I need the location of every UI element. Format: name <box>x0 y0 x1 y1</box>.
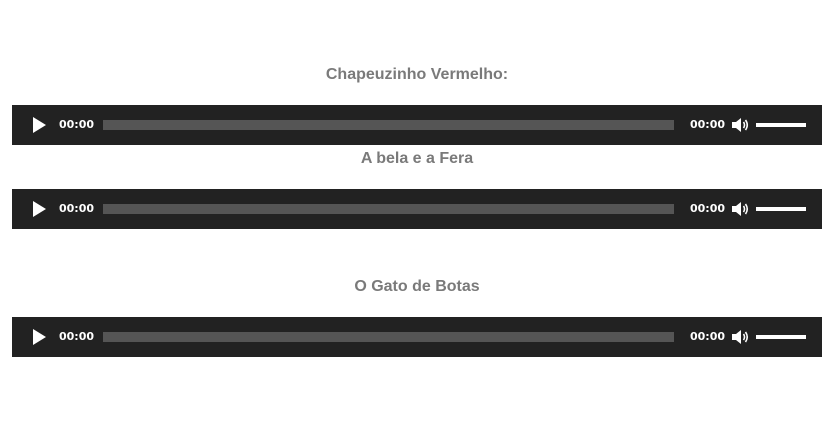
play-button[interactable] <box>30 200 48 218</box>
mute-button[interactable] <box>730 327 750 347</box>
volume-fill <box>756 335 806 339</box>
current-time: 00:00 <box>59 118 95 131</box>
play-icon <box>33 117 46 133</box>
page: Chapeuzinho Vermelho: 00:00 00:00 A bela… <box>0 0 838 444</box>
play-icon <box>33 329 46 345</box>
volume-slider[interactable] <box>756 207 806 211</box>
duration: 00:00 <box>690 330 726 343</box>
current-time: 00:00 <box>59 330 95 343</box>
audio-player: 00:00 00:00 <box>12 105 822 145</box>
duration: 00:00 <box>690 202 726 215</box>
volume-fill <box>756 123 806 127</box>
track-title: O Gato de Botas <box>354 278 480 295</box>
speaker-icon <box>732 330 749 344</box>
mute-button[interactable] <box>730 199 750 219</box>
speaker-icon <box>732 118 749 132</box>
audio-player: 00:00 00:00 <box>12 189 822 229</box>
progress-bar[interactable] <box>103 204 674 214</box>
duration: 00:00 <box>690 118 726 131</box>
play-icon <box>33 201 46 217</box>
mute-button[interactable] <box>730 115 750 135</box>
progress-bar[interactable] <box>103 120 674 130</box>
play-button[interactable] <box>30 328 48 346</box>
volume-slider[interactable] <box>756 335 806 339</box>
current-time: 00:00 <box>59 202 95 215</box>
play-button[interactable] <box>30 116 48 134</box>
track-title: Chapeuzinho Vermelho: <box>325 66 509 83</box>
audio-player: 00:00 00:00 <box>12 317 822 357</box>
speaker-icon <box>732 202 749 216</box>
volume-slider[interactable] <box>756 123 806 127</box>
progress-bar[interactable] <box>103 332 674 342</box>
volume-fill <box>756 207 806 211</box>
track-title: A bela e a Fera <box>360 150 474 167</box>
